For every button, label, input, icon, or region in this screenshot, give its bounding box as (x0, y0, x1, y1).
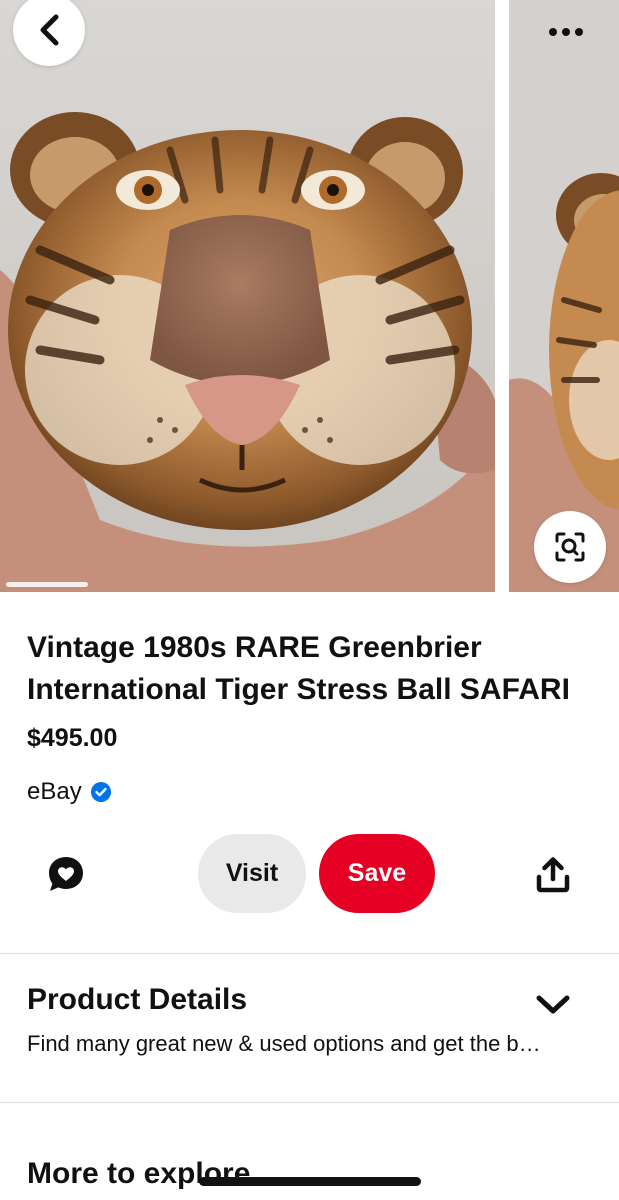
save-button[interactable]: Save (319, 834, 435, 913)
product-details-description: Find many great new & used options and g… (27, 1031, 547, 1056)
image-carousel[interactable] (0, 0, 619, 592)
verified-check-icon (90, 782, 111, 802)
comment-button[interactable] (42, 850, 90, 898)
next-pin-image-preview[interactable] (509, 0, 619, 592)
source-name[interactable]: eBay (27, 778, 82, 806)
expand-details-button[interactable] (530, 985, 576, 1025)
home-indicator[interactable] (199, 1177, 421, 1186)
pin-image[interactable] (0, 0, 495, 592)
share-upload-icon (536, 857, 570, 893)
visual-search-button[interactable] (534, 511, 606, 583)
tiger-stress-ball-image (0, 0, 495, 592)
carousel-position-indicator (6, 582, 88, 587)
pin-title: Vintage 1980s RARE Greenbrier Internatio… (27, 631, 570, 706)
ellipsis-icon (549, 28, 583, 36)
pin-price: $495.00 (27, 724, 118, 752)
chevron-left-icon (40, 14, 59, 46)
section-divider (0, 1102, 619, 1103)
visit-button[interactable]: Visit (198, 834, 306, 913)
more-options-button[interactable] (540, 12, 592, 52)
speech-bubble-heart-icon (49, 857, 83, 891)
section-divider (0, 953, 619, 954)
chevron-down-icon (536, 995, 570, 1014)
lens-search-icon (555, 532, 585, 562)
product-details-heading[interactable]: Product Details (27, 983, 247, 1017)
share-button[interactable] (529, 851, 577, 899)
tiger-stress-ball-image-2 (509, 0, 619, 592)
pin-source[interactable]: eBay (27, 778, 112, 806)
